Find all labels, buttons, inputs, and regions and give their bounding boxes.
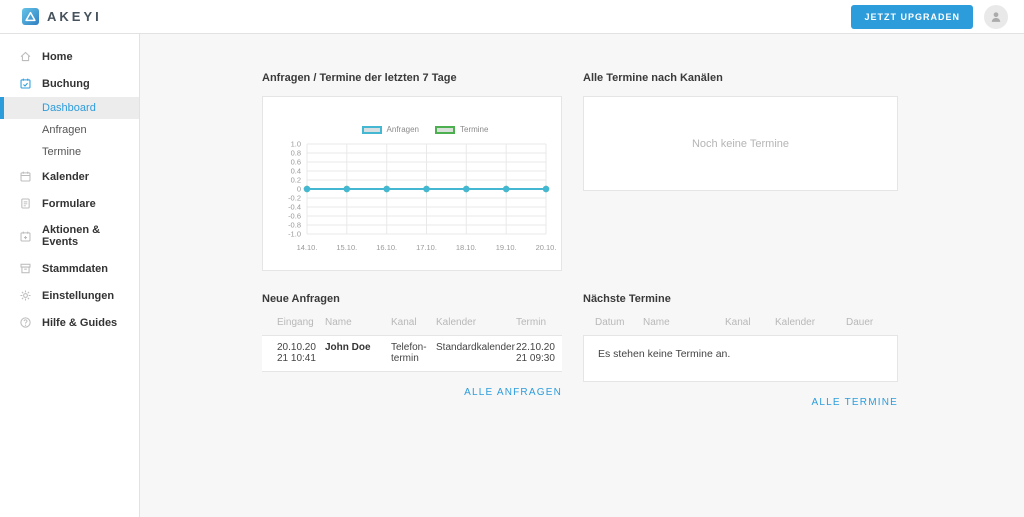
calendar-check-icon	[19, 77, 32, 90]
calendar-icon	[19, 170, 32, 183]
table-cell: Standardkalender	[436, 342, 516, 364]
column-header: Name	[325, 317, 391, 328]
legend-item[interactable]: Termine	[435, 125, 488, 134]
table-cell: Telefon-termin	[391, 342, 436, 364]
sidebar-sub-label: Dashboard	[42, 102, 96, 114]
column-header: Dauer	[846, 317, 898, 328]
sidebar-item-label: Aktionen & Events	[42, 224, 131, 248]
column-header: Kanal	[391, 317, 436, 328]
sidebar-item-aktionen-events[interactable]: Aktionen & Events	[0, 217, 139, 255]
sidebar-item-label: Stammdaten	[42, 263, 108, 275]
sidebar-item-label: Buchung	[42, 78, 90, 90]
sidebar-item-kalender[interactable]: Kalender	[0, 163, 139, 190]
naechste-termine-empty-panel: Es stehen keine Termine an.	[583, 335, 898, 382]
sidebar-item-label: Formulare	[42, 198, 96, 210]
legend-label: Anfragen	[387, 125, 419, 134]
legend-label: Termine	[460, 125, 488, 134]
table-cell: 20.10.2021 10:41	[277, 342, 325, 364]
user-icon	[989, 10, 1003, 24]
sidebar-item-label: Hilfe & Guides	[42, 317, 117, 329]
sidebar-item-formulare[interactable]: Formulare	[0, 190, 139, 217]
app-logo[interactable]: AKEYI	[22, 8, 102, 25]
chart-card: Anfragen / Termine der letzten 7 Tage An…	[262, 72, 562, 271]
column-header: Eingang	[277, 317, 325, 328]
sidebar-sub-label: Termine	[42, 146, 81, 158]
sidebar-item-termine[interactable]: Termine	[0, 141, 139, 163]
svg-text:16.10.: 16.10.	[376, 243, 397, 252]
neue-anfragen-title: Neue Anfragen	[262, 293, 562, 305]
legend-swatch	[362, 126, 382, 134]
sidebar-item-buchung[interactable]: Buchung	[0, 70, 139, 97]
svg-text:17.10.: 17.10.	[416, 243, 437, 252]
svg-text:18.10.: 18.10.	[456, 243, 477, 252]
question-icon	[19, 316, 32, 329]
sidebar-item-label: Einstellungen	[42, 290, 114, 302]
svg-text:19.10.: 19.10.	[496, 243, 517, 252]
column-header: Kalender	[436, 317, 516, 328]
svg-text:0: 0	[297, 185, 301, 194]
svg-text:15.10.: 15.10.	[336, 243, 357, 252]
logo-text: AKEYI	[47, 9, 102, 24]
table-cell: 22.10.2021 09:30	[516, 342, 562, 364]
svg-text:0.2: 0.2	[291, 176, 301, 185]
sidebar-item-anfragen[interactable]: Anfragen	[0, 119, 139, 141]
chart-legend: Anfragen Termine	[263, 97, 561, 134]
svg-text:1.0: 1.0	[291, 140, 301, 149]
naechste-termine-title: Nächste Termine	[583, 293, 898, 305]
sidebar-item-einstellungen[interactable]: Einstellungen	[0, 282, 139, 309]
neue-anfragen-card: Neue Anfragen EingangNameKanalKalenderTe…	[262, 293, 562, 400]
svg-text:-1.0: -1.0	[288, 230, 301, 239]
svg-text:0.6: 0.6	[291, 158, 301, 167]
kanaele-empty-panel: Noch keine Termine	[583, 96, 898, 191]
gear-icon	[19, 289, 32, 302]
sidebar-item-stammdaten[interactable]: Stammdaten	[0, 255, 139, 282]
svg-text:20.10.: 20.10.	[536, 243, 557, 252]
svg-text:-0.8: -0.8	[288, 221, 301, 230]
top-bar: AKEYI JETZT UPGRADEN	[0, 0, 1024, 34]
line-chart-panel: Anfragen Termine 14.10. 15.10. 16.10. 17.10.…	[262, 96, 562, 271]
sidebar-item-label: Home	[42, 51, 73, 63]
column-header: Termin	[516, 317, 562, 328]
alle-anfragen-link[interactable]: ALLE ANFRAGEN	[464, 387, 562, 398]
sidebar-item-home[interactable]: Home	[0, 43, 139, 70]
svg-text:-0.2: -0.2	[288, 194, 301, 203]
main-content: Anfragen / Termine der letzten 7 Tage An…	[140, 34, 1024, 517]
naechste-termine-header-row: DatumNameKanalKalenderDauer	[583, 317, 898, 335]
file-icon	[19, 197, 32, 210]
alle-termine-link[interactable]: ALLE TERMINE	[812, 397, 898, 408]
svg-text:0.8: 0.8	[291, 149, 301, 158]
svg-text:-0.6: -0.6	[288, 212, 301, 221]
naechste-termine-empty-text: Es stehen keine Termine an.	[598, 348, 730, 360]
table-row[interactable]: 20.10.2021 10:41John DoeTelefon-terminSt…	[262, 335, 562, 372]
column-header: Name	[643, 317, 725, 328]
neue-anfragen-header-row: EingangNameKanalKalenderTermin	[262, 317, 562, 335]
legend-item[interactable]: Anfragen	[362, 125, 419, 134]
sidebar-item-dashboard[interactable]: Dashboard	[0, 97, 139, 119]
sidebar-item-hilfe-guides[interactable]: Hilfe & Guides	[0, 309, 139, 336]
legend-swatch	[435, 126, 455, 134]
table-cell: John Doe	[325, 342, 391, 364]
kanaele-card: Alle Termine nach Kanälen Noch keine Ter…	[583, 72, 898, 191]
home-icon	[19, 50, 32, 63]
column-header: Datum	[595, 317, 643, 328]
column-header: Kalender	[775, 317, 846, 328]
svg-text:0.4: 0.4	[291, 167, 301, 176]
kanaele-empty-text: Noch keine Termine	[692, 138, 789, 150]
line-chart: 14.10. 15.10. 16.10. 17.10. 18.10. 19.10. 20.1…	[263, 138, 561, 269]
chart-card-title: Anfragen / Termine der letzten 7 Tage	[262, 72, 562, 84]
calendar-plus-icon	[19, 230, 32, 243]
sidebar-sub-label: Anfragen	[42, 124, 87, 136]
archive-icon	[19, 262, 32, 275]
sidebar-item-label: Kalender	[42, 171, 89, 183]
svg-text:14.10.: 14.10.	[297, 243, 318, 252]
svg-text:-0.4: -0.4	[288, 203, 301, 212]
kanaele-card-title: Alle Termine nach Kanälen	[583, 72, 898, 84]
upgrade-button[interactable]: JETZT UPGRADEN	[851, 5, 973, 29]
sidebar-nav: Home Buchung Dashboard Anfragen Termine Kalen…	[0, 34, 140, 517]
user-avatar[interactable]	[984, 5, 1008, 29]
column-header: Kanal	[725, 317, 775, 328]
naechste-termine-card: Nächste Termine DatumNameKanalKalenderDa…	[583, 293, 898, 410]
akeyi-logo-icon	[22, 8, 39, 25]
